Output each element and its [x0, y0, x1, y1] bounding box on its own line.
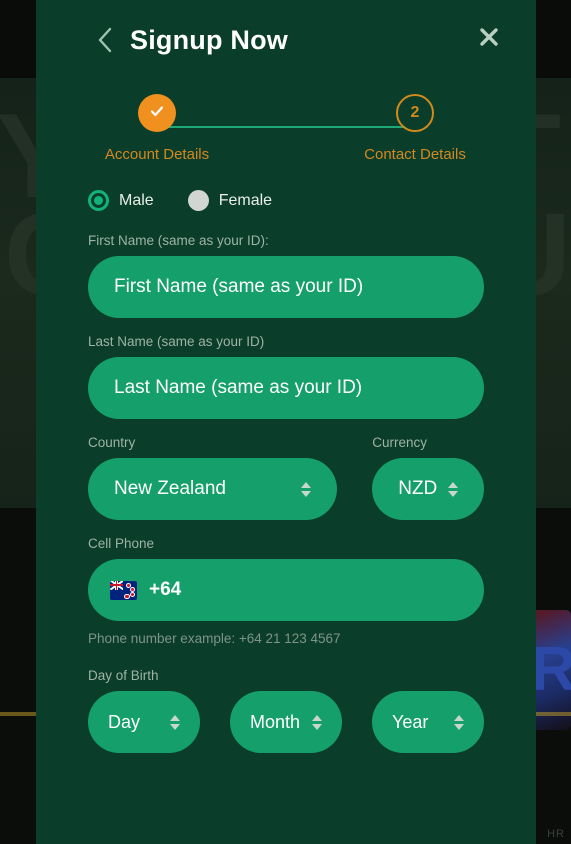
- first-name-field: First Name (same as your ID):: [88, 233, 484, 318]
- birth-year-selected-value: Year: [392, 711, 429, 732]
- select-arrows-icon: [312, 714, 322, 730]
- modal-header: Signup Now: [36, 0, 536, 80]
- birth-day-select[interactable]: Day: [88, 691, 200, 753]
- currency-label: Currency: [372, 435, 427, 450]
- birth-day-selected-value: Day: [108, 711, 141, 732]
- radio-option-female[interactable]: Female: [187, 190, 273, 211]
- check-icon: [147, 101, 167, 126]
- radio-label: Male: [119, 191, 154, 209]
- signup-form: Male Female First Name (same as your ID)…: [36, 190, 536, 753]
- signup-stepper: Account Details 2 Contact Details: [102, 94, 470, 180]
- radio-button-selected-icon: [88, 190, 109, 211]
- birth-month-selected-value: Month: [250, 711, 301, 732]
- radio-label: Female: [218, 191, 273, 209]
- close-button[interactable]: [472, 22, 506, 56]
- radio-option-male[interactable]: Male: [88, 190, 154, 211]
- country-select[interactable]: New Zealand: [88, 458, 338, 520]
- last-name-input[interactable]: [88, 357, 484, 419]
- first-name-input[interactable]: [88, 256, 484, 318]
- select-arrows-icon: [301, 481, 312, 497]
- first-name-label: First Name (same as your ID):: [88, 233, 269, 248]
- last-name-label: Last Name (same as your ID): [88, 334, 265, 349]
- step-label: Contact Details: [364, 146, 466, 163]
- stepper-step-contact-details[interactable]: 2 Contact Details: [350, 94, 480, 163]
- birth-month-field: Month: [230, 691, 342, 753]
- close-icon: [478, 26, 500, 53]
- birth-year-field: Year: [372, 691, 484, 753]
- birth-day-field: Day: [88, 691, 200, 753]
- currency-selected-value: NZD: [398, 478, 438, 499]
- birth-year-select[interactable]: Year: [372, 691, 484, 753]
- cell-phone-label: Cell Phone: [88, 536, 155, 551]
- country-selected-value: New Zealand: [114, 478, 226, 499]
- birth-month-select[interactable]: Month: [230, 691, 342, 753]
- step-label: Account Details: [104, 146, 210, 163]
- phone-dial-code: +64: [149, 579, 182, 600]
- currency-field: Currency NZD: [372, 435, 484, 520]
- back-button[interactable]: [88, 23, 122, 57]
- select-arrows-icon: [170, 714, 180, 730]
- gender-radio-group: Male Female: [88, 190, 484, 211]
- step-indicator-completed: [138, 94, 176, 132]
- phone-hint-text: Phone number example: +64 21 123 4567: [88, 631, 341, 646]
- country-field: Country New Zealand: [88, 435, 338, 520]
- signup-modal: Signup Now Account Details 2 Contact Det…: [36, 0, 536, 844]
- radio-button-unselected-icon: [187, 190, 209, 211]
- date-of-birth-label: Day of Birth: [88, 668, 159, 683]
- chevron-left-icon: [96, 26, 114, 54]
- date-of-birth-row: Day Month Year: [88, 691, 484, 753]
- step-indicator-current: 2: [396, 94, 434, 132]
- select-arrows-icon: [454, 714, 464, 730]
- backdrop-footer-text: HR: [547, 828, 565, 840]
- select-arrows-icon: [448, 481, 458, 497]
- page-title: Signup Now: [130, 24, 288, 55]
- stepper-step-account-details[interactable]: Account Details: [92, 94, 222, 163]
- new-zealand-flag-icon: [110, 580, 137, 600]
- last-name-field: Last Name (same as your ID): [88, 334, 484, 419]
- currency-select[interactable]: NZD: [372, 458, 484, 520]
- country-currency-row: Country New Zealand Currency NZD: [88, 435, 484, 520]
- country-label: Country: [88, 435, 136, 450]
- cell-phone-field: Cell Phone +64 Phone number example: +64…: [88, 536, 484, 646]
- cell-phone-input[interactable]: +64: [88, 559, 484, 621]
